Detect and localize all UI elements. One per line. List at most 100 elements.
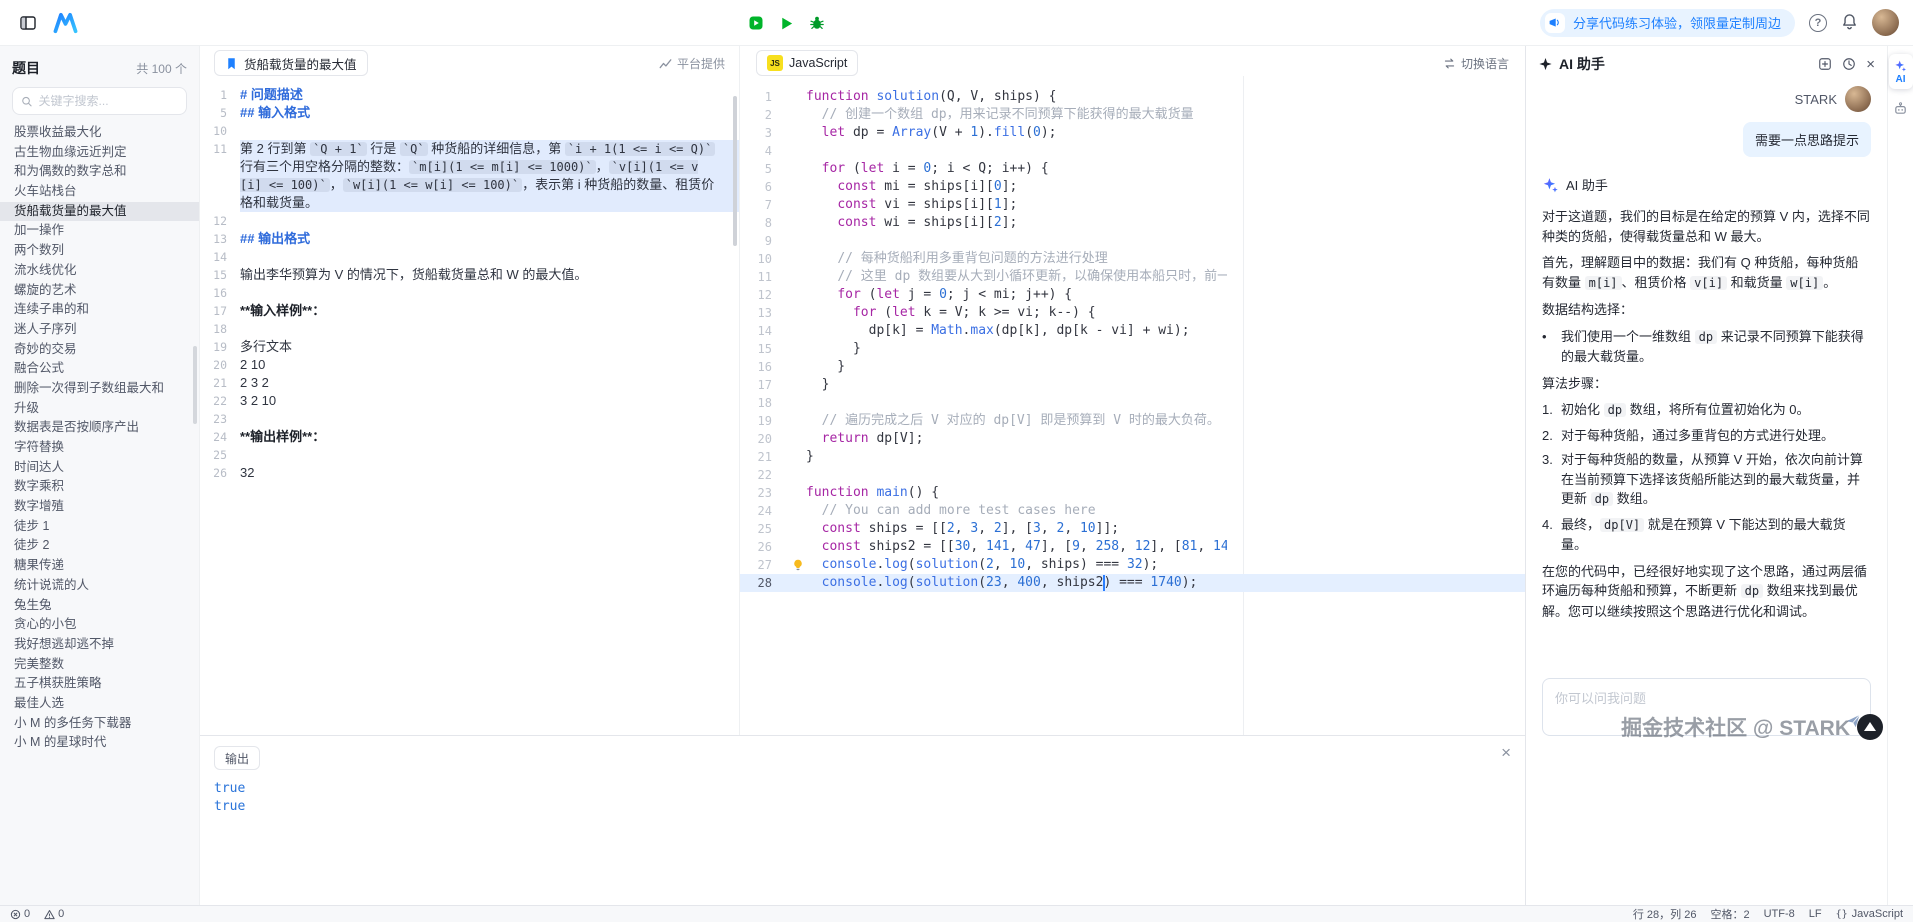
sidebar-item[interactable]: 完美整数 xyxy=(0,655,199,675)
code-line[interactable]: 4 xyxy=(740,142,1525,160)
sidebar-item[interactable]: 小 M 的星球时代 xyxy=(0,733,199,753)
sidebar-item[interactable]: 股票收益最大化 xyxy=(0,123,199,143)
problem-line[interactable]: 17**输入样例**： xyxy=(200,302,739,320)
sidebar-item[interactable]: 徒步 2 xyxy=(0,536,199,556)
sidebar-item[interactable]: 奇妙的交易 xyxy=(0,340,199,360)
problem-line[interactable]: 23 xyxy=(200,410,739,428)
code-line[interactable]: 25 const ships = [[2, 3, 2], [3, 2, 10]]… xyxy=(740,520,1525,538)
code-line[interactable]: 8 const wi = ships[i][2]; xyxy=(740,214,1525,232)
code-line[interactable]: 21} xyxy=(740,448,1525,466)
sidebar-item[interactable]: 字符替换 xyxy=(0,438,199,458)
sidebar-item[interactable]: 加一操作 xyxy=(0,221,199,241)
code-line[interactable]: 6 const mi = ships[i][0]; xyxy=(740,178,1525,196)
code-line[interactable]: 11 // 这里 dp 数组要从大到小循环更新，以确保使用本船只时，前一次的预算… xyxy=(740,268,1525,286)
problem-line[interactable]: 25 xyxy=(200,446,739,464)
code-line[interactable]: 12 for (let j = 0; j < mi; j++) { xyxy=(740,286,1525,304)
sidebar-item[interactable]: 两个数列 xyxy=(0,241,199,261)
ai-conversation[interactable]: STARK 需要一点思路提示 AI 助手 对于这道题，我们的目标是在给定的预算 … xyxy=(1526,76,1887,672)
code-content[interactable]: 1function solution(Q, V, ships) {2 // 创建… xyxy=(740,76,1525,735)
problem-line[interactable]: 24**输出样例**： xyxy=(200,428,739,446)
problem-scrollbar[interactable] xyxy=(733,96,737,246)
problem-line[interactable]: 14 xyxy=(200,248,739,266)
notifications-button[interactable] xyxy=(1841,13,1858,33)
cursor-position[interactable]: 行 28，列 26 xyxy=(1633,906,1697,922)
close-output-button[interactable]: × xyxy=(1501,744,1511,761)
sidebar-item[interactable]: 数字增殖 xyxy=(0,497,199,517)
problem-line[interactable]: 1# 问题描述 xyxy=(200,86,739,104)
sidebar-item[interactable]: 古生物血缘远近判定 xyxy=(0,143,199,163)
eol-setting[interactable]: LF xyxy=(1809,908,1822,920)
problem-line[interactable]: 223 2 10 xyxy=(200,392,739,410)
problem-line[interactable]: 212 3 2 xyxy=(200,374,739,392)
sidebar-item[interactable]: 货船载货量的最大值 xyxy=(0,202,199,222)
user-avatar[interactable] xyxy=(1872,9,1899,36)
promo-banner[interactable]: 分享代码练习体验，领限量定制周边 xyxy=(1540,9,1795,37)
problem-title-tab[interactable]: 货船载货量的最大值 xyxy=(214,50,368,76)
sidebar-item[interactable]: 最佳人选 xyxy=(0,694,199,714)
indent-setting[interactable]: 空格：2 xyxy=(1710,906,1749,922)
problem-line[interactable]: 2632 xyxy=(200,464,739,482)
code-line[interactable]: 27 console.log(solution(2, 10, ships) ==… xyxy=(740,556,1525,574)
sidebar-item[interactable]: 我好想逃却逃不掉 xyxy=(0,635,199,655)
code-line[interactable]: 2 // 创建一个数组 dp，用来记录不同预算下能获得的最大载货量 xyxy=(740,106,1525,124)
problem-line[interactable]: 11第 2 行到第 `Q + 1` 行是 `Q` 种货船的详细信息，第 `i +… xyxy=(200,140,739,212)
encoding-setting[interactable]: UTF-8 xyxy=(1764,908,1795,920)
code-line[interactable]: 3 let dp = Array(V + 1).fill(0); xyxy=(740,124,1525,142)
problem-line[interactable]: 16 xyxy=(200,284,739,302)
sidebar-item[interactable]: 五子棋获胜策略 xyxy=(0,674,199,694)
code-line[interactable]: 1function solution(Q, V, ships) { xyxy=(740,88,1525,106)
sidebar-item[interactable]: 统计说谎的人 xyxy=(0,576,199,596)
sidebar-item[interactable]: 小 M 的多任务下载器 xyxy=(0,714,199,734)
errors-indicator[interactable]: 0 xyxy=(10,908,30,920)
sidebar-item[interactable]: 兔生兔 xyxy=(0,596,199,616)
code-line[interactable]: 18 xyxy=(740,394,1525,412)
search-box[interactable] xyxy=(12,87,187,115)
code-line[interactable]: 5 for (let i = 0; i < Q; i++) { xyxy=(740,160,1525,178)
problem-line[interactable]: 13## 输出格式 xyxy=(200,230,739,248)
code-line[interactable]: 28 console.log(solution(23, 400, ships2)… xyxy=(740,574,1525,592)
sidebar-item[interactable]: 流水线优化 xyxy=(0,261,199,281)
code-line[interactable]: 9 xyxy=(740,232,1525,250)
send-icon[interactable] xyxy=(1845,713,1861,729)
problem-line[interactable]: 5## 输入格式 xyxy=(200,104,739,122)
sidebar-item[interactable]: 数据表是否按顺序产出 xyxy=(0,418,199,438)
code-line[interactable]: 23function main() { xyxy=(740,484,1525,502)
run-button[interactable] xyxy=(779,16,794,31)
code-line[interactable]: 16 } xyxy=(740,358,1525,376)
problem-line[interactable]: 202 10 xyxy=(200,356,739,374)
sidebar-item[interactable]: 和为偶数的数字总和 xyxy=(0,162,199,182)
code-line[interactable]: 7 const vi = ships[i][1]; xyxy=(740,196,1525,214)
sidebar-item[interactable]: 连续子串的和 xyxy=(0,300,199,320)
code-line[interactable]: 20 return dp[V]; xyxy=(740,430,1525,448)
help-button[interactable]: ? xyxy=(1809,14,1827,32)
code-line[interactable]: 26 const ships2 = [[30, 141, 47], [9, 25… xyxy=(740,538,1525,556)
problem-line[interactable]: 18 xyxy=(200,320,739,338)
sidebar-item[interactable]: 徒步 1 xyxy=(0,517,199,537)
run-file-button[interactable] xyxy=(748,15,764,31)
sidebar-item[interactable]: 贪心的小包 xyxy=(0,615,199,635)
new-chat-button[interactable] xyxy=(1818,57,1832,71)
sidebar-item[interactable]: 火车站栈台 xyxy=(0,182,199,202)
search-input[interactable] xyxy=(39,94,178,108)
code-line[interactable]: 14 dp[k] = Math.max(dp[k], dp[k - vi] + … xyxy=(740,322,1525,340)
output-tab[interactable]: 输出 xyxy=(214,746,260,770)
language-mode[interactable]: {}JavaScript xyxy=(1836,908,1903,920)
sidebar-toggle-button[interactable] xyxy=(14,9,42,37)
problem-content[interactable]: 1# 问题描述5## 输入格式10 11第 2 行到第 `Q + 1` 行是 `… xyxy=(200,76,739,735)
ai-panel-tab[interactable]: AI xyxy=(1889,54,1913,89)
code-line[interactable]: 13 for (let k = V; k >= vi; k--) { xyxy=(740,304,1525,322)
code-line[interactable]: 24 // You can add more test cases here xyxy=(740,502,1525,520)
close-ai-button[interactable]: × xyxy=(1866,56,1875,73)
sidebar-scrollbar[interactable] xyxy=(193,346,197,424)
debug-button[interactable] xyxy=(809,15,825,31)
code-line[interactable]: 22 xyxy=(740,466,1525,484)
sidebar-item[interactable]: 融合公式 xyxy=(0,359,199,379)
history-button[interactable] xyxy=(1842,57,1856,71)
code-line[interactable]: 15 } xyxy=(740,340,1525,358)
problem-line[interactable]: 10 xyxy=(200,122,739,140)
sidebar-item[interactable]: 时间达人 xyxy=(0,458,199,478)
problem-line[interactable]: 12 xyxy=(200,212,739,230)
sidebar-item[interactable]: 螺旋的艺术 xyxy=(0,281,199,301)
sidebar-item[interactable]: 删除一次得到子数组最大和 xyxy=(0,379,199,399)
ai-input-box[interactable] xyxy=(1542,678,1871,736)
